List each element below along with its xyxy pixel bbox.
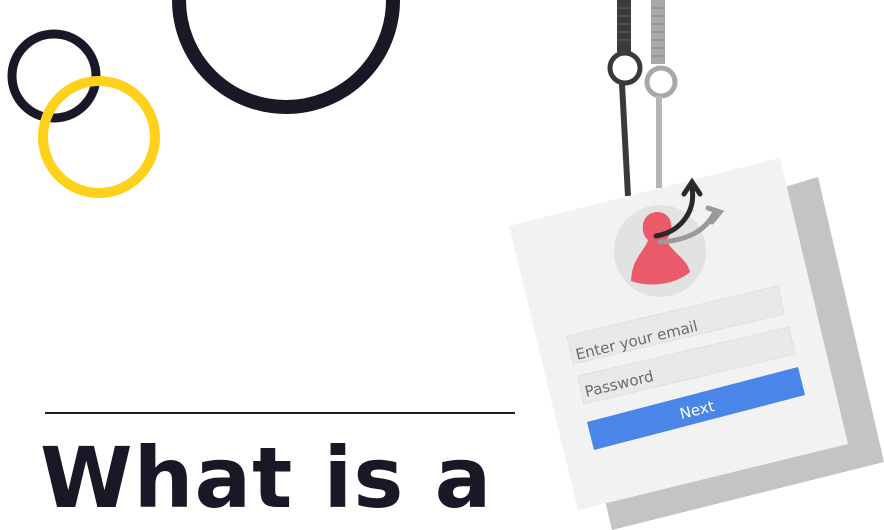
avatar-icon xyxy=(614,205,706,297)
large-dark-circle xyxy=(172,0,400,114)
page-title: What is a xyxy=(40,429,493,527)
fishing-hook-icon xyxy=(607,0,678,197)
phishing-illustration: Enter your email Password Next xyxy=(509,0,884,530)
yellow-circle xyxy=(38,76,160,198)
headline-divider xyxy=(45,412,515,414)
